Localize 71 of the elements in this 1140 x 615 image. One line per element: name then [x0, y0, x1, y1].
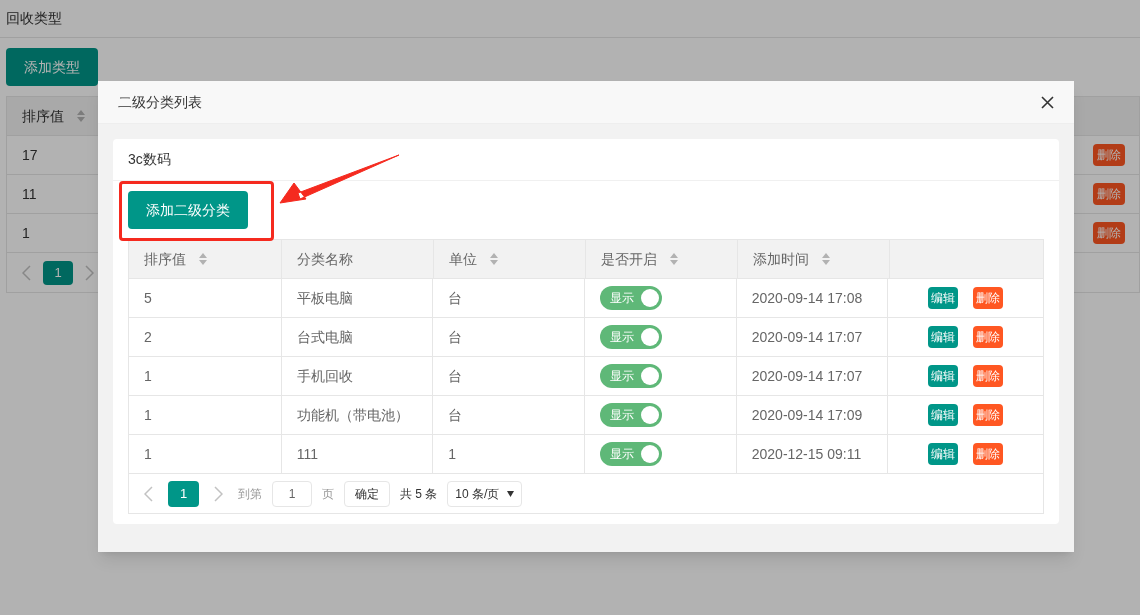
sort-icon[interactable] — [489, 252, 499, 266]
page-unit-label: 页 — [322, 485, 334, 503]
chevron-right-icon[interactable] — [214, 485, 223, 502]
delete-button[interactable]: 删除 — [973, 365, 1004, 387]
page-button[interactable]: 1 — [43, 260, 73, 285]
table-cell-text: 2 — [144, 327, 152, 347]
chevron-left-icon[interactable] — [144, 485, 153, 502]
dropdown-caret-icon — [507, 490, 515, 497]
table-cell-text: 2020-12-15 09:11 — [751, 444, 862, 464]
table-cell-text: 2020-09-14 17:07 — [751, 366, 863, 386]
column-header: 排序值 — [144, 249, 186, 269]
delete-button[interactable]: 删除 — [973, 326, 1004, 348]
table-cell-text: 台 — [448, 405, 463, 425]
table-cell-text: 台 — [448, 288, 463, 308]
edit-button[interactable]: 编辑 — [928, 326, 959, 348]
delete-button[interactable]: 删除 — [1093, 183, 1125, 205]
column-header: 添加时间 — [753, 249, 809, 269]
table-cell-text: 平板电脑 — [296, 288, 353, 308]
modal-title: 二级分类列表 — [118, 92, 202, 112]
page-button[interactable]: 1 — [168, 480, 199, 507]
table-cell-text: 1 — [448, 444, 457, 464]
table-cell-text: 5 — [144, 288, 152, 308]
toggle-switch[interactable]: 显示 — [600, 325, 663, 349]
table-cell-text: 台 — [448, 327, 463, 347]
goto-label: 到第 — [238, 485, 262, 503]
delete-button[interactable]: 删除 — [973, 287, 1004, 309]
toggle-switch[interactable]: 显示 — [600, 403, 663, 427]
confirm-button[interactable]: 确定 — [344, 480, 390, 507]
column-header: 排序值 — [22, 106, 64, 126]
table-cell-text: 17 — [22, 145, 38, 165]
column-header: 分类名称 — [297, 249, 353, 269]
table-cell-text: 2020-09-14 17:09 — [751, 405, 863, 425]
table-cell-text: 1 — [22, 223, 30, 243]
page-size-select[interactable]: 10 条/页 — [447, 480, 523, 507]
column-header: 单位 — [449, 249, 477, 269]
add-subcategory-button[interactable]: 添加二级分类 — [128, 191, 248, 229]
table-cell-text: 台式电脑 — [296, 327, 353, 347]
edit-button[interactable]: 编辑 — [928, 443, 959, 465]
sort-icon[interactable] — [198, 252, 208, 266]
table-cell-text: 11 — [22, 184, 37, 204]
toggle-switch[interactable]: 显示 — [600, 286, 663, 310]
table-cell-text: 台 — [448, 366, 463, 386]
table-cell-text: 2020-09-14 17:07 — [751, 327, 863, 347]
chevron-left-icon[interactable] — [22, 264, 31, 281]
table-cell-text: 2020-09-14 17:08 — [751, 288, 863, 308]
table-cell-text: 1 — [144, 444, 152, 464]
table-cell-text: 1 — [144, 366, 152, 386]
delete-button[interactable]: 删除 — [1093, 222, 1125, 244]
table-cell-text: 111 — [296, 444, 318, 464]
edit-button[interactable]: 编辑 — [928, 404, 959, 426]
card-title: 3c数码 — [128, 150, 171, 169]
edit-button[interactable]: 编辑 — [928, 365, 959, 387]
page-input[interactable]: 1 — [272, 480, 312, 507]
table-cell-text: 1 — [144, 405, 152, 425]
column-header: 是否开启 — [601, 249, 657, 269]
add-type-button[interactable]: 添加类型 — [6, 48, 98, 86]
delete-button[interactable]: 删除 — [973, 404, 1004, 426]
edit-button[interactable]: 编辑 — [928, 287, 959, 309]
toggle-switch[interactable]: 显示 — [600, 442, 663, 466]
toggle-switch[interactable]: 显示 — [600, 364, 663, 388]
sort-icon[interactable] — [669, 252, 679, 266]
close-icon[interactable] — [1041, 95, 1054, 109]
sort-icon[interactable] — [821, 252, 831, 266]
table-cell-text: 手机回收 — [296, 366, 353, 386]
sort-icon[interactable] — [76, 109, 86, 123]
total-count: 共 5 条 — [400, 485, 438, 503]
delete-button[interactable]: 删除 — [973, 443, 1004, 465]
chevron-right-icon[interactable] — [85, 264, 94, 281]
table-cell-text: 功能机（带电池） — [296, 405, 409, 425]
page-title: 回收类型 — [6, 9, 62, 28]
delete-button[interactable]: 删除 — [1093, 144, 1125, 166]
